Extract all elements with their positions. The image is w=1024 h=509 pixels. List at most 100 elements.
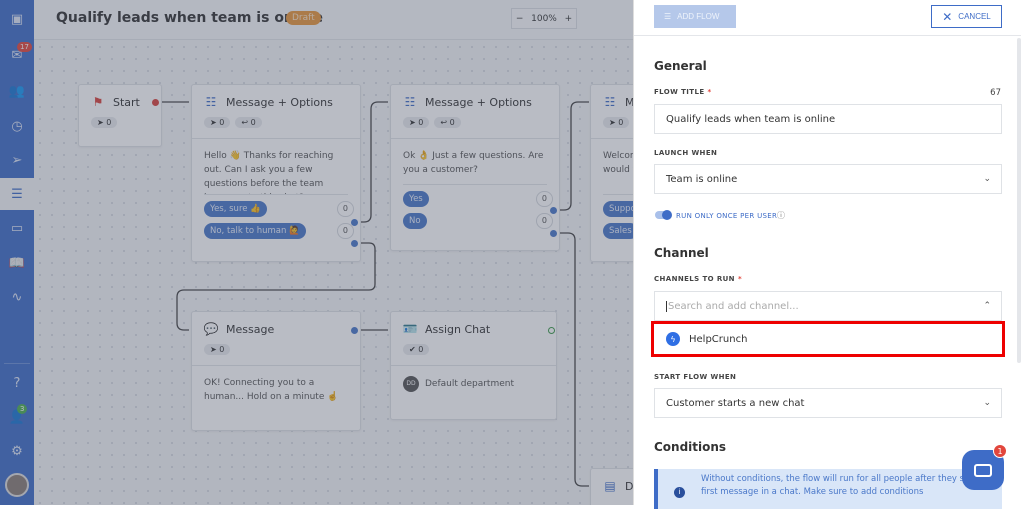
add-flow-button[interactable]: ☰ ADD FLOW: [654, 5, 736, 28]
badge-icon: 🪪: [402, 322, 418, 336]
list-icon: ☷: [604, 95, 616, 109]
logo-icon[interactable]: ▣: [0, 4, 34, 34]
close-icon: ✕: [942, 9, 953, 24]
contacts-icon[interactable]: 👥: [0, 76, 34, 106]
output-port[interactable]: [550, 207, 557, 214]
output-port[interactable]: [351, 219, 358, 226]
scrollbar[interactable]: [1017, 38, 1021, 363]
list-icon: ☷: [404, 95, 416, 109]
option-count: 0: [535, 213, 553, 229]
help-icon[interactable]: ⓘ: [777, 210, 785, 221]
output-port[interactable]: [351, 327, 358, 334]
node-title: Message: [226, 322, 275, 336]
status-badge: Draft: [286, 11, 321, 25]
launch-when-select[interactable]: Team is online ⌄: [654, 164, 1002, 194]
launch-when-value: Team is online: [666, 173, 738, 185]
inbox-badge: 17: [17, 42, 32, 52]
node-title: Assign Chat: [425, 322, 491, 336]
node-title: Message + Options: [625, 95, 633, 109]
start-flow-select[interactable]: Customer starts a new chat ⌄: [654, 388, 1002, 418]
section-channel: Channel: [654, 246, 709, 260]
flow-title-label: FLOW TITLE *: [654, 88, 712, 96]
list-icon: ☷: [205, 95, 217, 109]
flow-node[interactable]: ▤ D: [590, 468, 633, 505]
section-general: General: [654, 59, 707, 73]
sent-count: ➤ 0: [91, 117, 118, 128]
activity-icon[interactable]: ∿: [0, 282, 34, 312]
message-options-node[interactable]: ☷ Message + Options ➤ 0 ↩ 0 Ok 👌 Just a fe…: [390, 84, 560, 251]
option-count: 0: [336, 201, 354, 217]
zoom-in-button[interactable]: +: [565, 14, 573, 24]
chat-icon: [974, 463, 992, 477]
run-once-label: RUN ONLY ONCE PER USER: [676, 212, 778, 220]
message-text: Ok 👌 Just a few questions. Are you a cus…: [403, 149, 547, 185]
launch-when-label: LAUNCH WHEN: [654, 149, 718, 157]
channel-option-label: HelpCrunch: [689, 333, 748, 345]
message-options-node[interactable]: ☷ Message + Options ➤ 0 ↩ 0 Hello 👋 Thanks…: [191, 84, 361, 262]
output-port[interactable]: [351, 240, 358, 247]
node-title: Message + Options: [226, 95, 333, 109]
divider: [4, 363, 30, 364]
output-port[interactable]: [152, 99, 159, 106]
zoom-level: 100%: [531, 13, 557, 24]
chevron-down-icon: ⌄: [983, 174, 991, 184]
page-title: Qualify leads when team is online: [56, 10, 323, 26]
department-name: Default department: [425, 379, 514, 389]
cancel-button[interactable]: ✕ CANCEL: [931, 5, 1002, 28]
node-title: Start: [113, 95, 140, 109]
option-chip[interactable]: Yes: [403, 191, 429, 207]
message-icon: 💬: [203, 322, 219, 336]
channels-label: CHANNELS TO RUN *: [654, 275, 743, 283]
sent-count: ➤ 0: [603, 117, 630, 128]
sent-count: ➤ 0: [204, 344, 231, 355]
assign-chat-node[interactable]: 🪪 Assign Chat ✔ 0 DD Default department: [390, 311, 557, 420]
settings-icon[interactable]: ⚙: [0, 436, 34, 466]
reply-count: ↩ 0: [235, 117, 262, 128]
flow-icon: ☰: [664, 12, 672, 21]
message-text: Welcome! Which department would you like…: [603, 149, 633, 195]
flow-editor: ▣ ✉ 17 👥 ◷ ➢ ☰ ▭ 📖 ∿ ? 👤 3 ⚙ Qualify leads…: [0, 0, 633, 505]
team-badge: 3: [17, 404, 28, 414]
sent-count: ➤ 0: [403, 117, 430, 128]
header: Qualify leads when team is online Draft …: [34, 0, 633, 40]
run-once-toggle[interactable]: [655, 210, 672, 220]
send-icon[interactable]: ➢: [0, 145, 34, 175]
option-count: 0: [336, 223, 354, 239]
sent-count: ➤ 0: [204, 117, 231, 128]
flow-canvas[interactable]: ⚑ Start ➤ 0 ☷ Message + Options ➤ 0 ↩ 0 Hel…: [34, 41, 633, 505]
chat-badge: 1: [993, 444, 1007, 458]
team-icon[interactable]: 👤 3: [0, 402, 34, 432]
section-conditions: Conditions: [654, 440, 727, 454]
chevron-down-icon: ⌄: [983, 398, 991, 408]
node-title: D: [625, 479, 633, 493]
start-flow-value: Customer starts a new chat: [666, 397, 805, 409]
chatbot-icon[interactable]: ☰: [0, 178, 34, 210]
conditions-info: i Without conditions, the flow will run …: [654, 469, 1002, 509]
option-chip[interactable]: No, talk to human 🙋: [204, 223, 306, 239]
option-chip[interactable]: Sales: [603, 223, 633, 239]
help-icon[interactable]: ?: [0, 368, 34, 398]
option-chip[interactable]: Support: [603, 201, 633, 217]
inbox-icon[interactable]: ✉ 17: [0, 40, 34, 70]
cancel-label: CANCEL: [958, 12, 991, 21]
info-icon: i: [674, 487, 685, 498]
zoom-out-button[interactable]: −: [516, 14, 524, 24]
split-icon: ▤: [604, 479, 616, 493]
flow-title-input[interactable]: Qualify leads when team is online: [654, 104, 1002, 134]
message-node[interactable]: 💬 Message ➤ 0 OK! Connecting you to a hum…: [191, 311, 361, 431]
message-options-node[interactable]: ☷ Message + Options ➤ 0 Welcome! Which de…: [590, 84, 633, 262]
department-avatar: DD: [403, 376, 419, 392]
messenger-icon: ϟ: [666, 332, 680, 346]
history-icon[interactable]: ◷: [0, 111, 34, 141]
output-port[interactable]: [548, 327, 555, 334]
option-chip[interactable]: Yes, sure 👍: [204, 201, 267, 217]
start-node[interactable]: ⚑ Start ➤ 0: [78, 84, 162, 147]
option-chip[interactable]: No: [403, 213, 427, 229]
avatar[interactable]: [5, 473, 29, 497]
knowledge-icon[interactable]: ▭: [0, 213, 34, 243]
message-text: Hello 👋 Thanks for reaching out. Can I a…: [204, 149, 348, 195]
channel-search-input[interactable]: Search and add channel... ⌃: [654, 291, 1002, 321]
channel-option-helpcrunch[interactable]: ϟ HelpCrunch: [651, 321, 1005, 357]
book-icon[interactable]: 📖: [0, 248, 34, 278]
output-port[interactable]: [550, 230, 557, 237]
